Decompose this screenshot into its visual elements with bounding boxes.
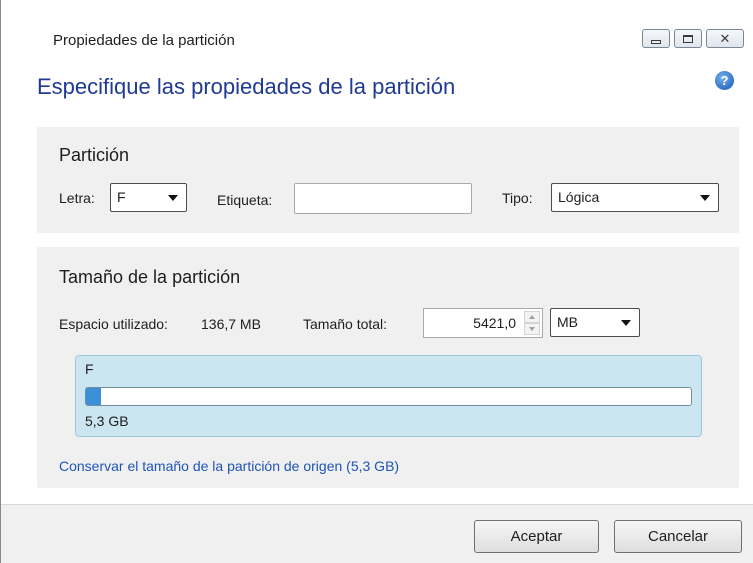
dialog-window: Propiedades de la partición ✕ Especifiqu… <box>0 0 753 563</box>
type-select-value: Lógica <box>558 189 600 205</box>
tag-input[interactable] <box>294 183 472 214</box>
dialog-footer: Aceptar Cancelar <box>1 504 753 563</box>
used-space-label: Espacio utilizado: <box>59 316 168 332</box>
size-section-title: Tamaño de la partición <box>59 267 241 287</box>
letter-label: Letra: <box>59 190 95 206</box>
maximize-button[interactable] <box>674 29 702 48</box>
keep-source-size-link[interactable]: Conservar el tamaño de la partición de o… <box>59 458 399 474</box>
type-label: Tipo: <box>502 190 533 206</box>
letter-select-value: F <box>117 189 126 205</box>
stepper-down-button[interactable] <box>524 323 540 335</box>
close-button[interactable]: ✕ <box>706 29 744 48</box>
page-title: Especifique las propiedades de la partic… <box>37 74 456 99</box>
stepper-buttons <box>524 311 540 335</box>
total-size-label: Tamaño total: <box>303 316 388 332</box>
total-size-value: 5421,0 <box>473 315 516 331</box>
maximize-icon <box>683 34 693 43</box>
minimize-icon <box>651 39 661 44</box>
partition-visual[interactable]: F 5,3 GB <box>75 355 702 437</box>
partition-section: Partición Letra: F Etiqueta: Tipo: Lógic… <box>37 127 739 233</box>
size-section: Tamaño de la partición Espacio utilizado… <box>37 247 739 488</box>
partition-size-bar[interactable] <box>85 387 692 406</box>
tag-label: Etiqueta: <box>217 192 273 208</box>
help-icon[interactable]: ? <box>715 71 734 90</box>
unit-select[interactable]: MB <box>550 308 640 337</box>
window-controls: ✕ <box>642 29 744 48</box>
window-title: Propiedades de la partición <box>53 32 235 49</box>
partition-section-title: Partición <box>59 145 130 165</box>
partition-used-fill <box>86 388 102 405</box>
used-space-value: 136,7 MB <box>201 316 261 332</box>
title-bar[interactable]: Propiedades de la partición ✕ <box>1 0 753 52</box>
letter-select[interactable]: F <box>110 183 187 212</box>
chevron-down-icon <box>700 195 710 201</box>
chevron-down-icon <box>621 320 631 326</box>
unit-select-value: MB <box>557 314 578 330</box>
minimize-button[interactable] <box>642 29 670 48</box>
total-size-stepper[interactable]: 5421,0 <box>423 308 543 338</box>
close-icon: ✕ <box>719 31 731 46</box>
type-select[interactable]: Lógica <box>551 183 719 212</box>
stepper-up-button[interactable] <box>524 311 540 323</box>
chevron-down-icon <box>168 195 178 201</box>
partition-visual-size: 5,3 GB <box>85 413 129 429</box>
accept-button[interactable]: Aceptar <box>474 520 599 553</box>
cancel-button[interactable]: Cancelar <box>614 520 742 553</box>
partition-visual-letter: F <box>85 361 94 377</box>
